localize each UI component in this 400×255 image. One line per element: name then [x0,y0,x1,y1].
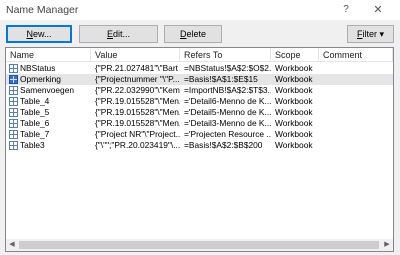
row-comment [319,118,393,129]
column-header-scope[interactable]: Scope [271,48,319,62]
edit-button-label: dit... [113,29,131,39]
row-scope: Workbook [275,96,313,106]
table-row[interactable]: Opmerking {"Projectnummer "\"P... =Basis!$… [6,74,393,85]
row-scope: Workbook [275,118,313,128]
row-name: Table_5 [20,107,50,117]
row-scope: Workbook [275,74,313,84]
row-refers-to: ='Detail6-Menno de K... [184,96,271,106]
name-manager-dialog: Name Manager ? ✕ New... Edit... Delete F… [0,0,400,255]
edit-button[interactable]: Edit... [79,25,158,43]
row-value: {"PR.21.027481"\"Bart ... [95,63,180,73]
row-comment [319,107,393,118]
table-row[interactable]: Table_6 {"PR.19.015528"\"Men... ='Detail3-… [6,118,393,129]
row-name: Table3 [20,140,45,150]
row-refers-to: ='Detail3-Menno de K... [184,118,271,128]
row-value: {"Project NR"\"Project... [95,129,180,139]
column-header-refers-to[interactable]: Refers To [180,48,271,62]
row-refers-to: ='Detail5-Menno de K... [184,107,271,117]
names-list[interactable]: Name Value Refers To Scope Comment NBSta… [5,47,394,252]
row-value: {"\"";"PR.20.023419"\... [95,140,180,150]
column-header-name[interactable]: Name [6,48,91,62]
column-header-value[interactable]: Value [91,48,180,62]
row-refers-to: =Basis!$A$2:$B$200 [184,140,263,150]
table-row[interactable]: NBStatus {"PR.21.027481"\"Bart ... =NBStat… [6,63,393,74]
row-refers-to: =Basis!$A$1:$E$15 [184,74,258,84]
row-scope: Workbook [275,63,313,73]
horizontal-scrollbar[interactable]: ◀ ▶ [6,239,393,251]
title-bar: Name Manager ? ✕ [0,0,400,20]
column-header-comment[interactable]: Comment [319,48,393,62]
delete-button-label: elete [186,29,207,39]
row-value: {"PR.19.015528"\"Men... [95,96,180,106]
new-button[interactable]: New... [6,25,72,43]
row-scope: Workbook [275,129,313,139]
row-name: NBStatus [20,63,56,73]
row-comment [319,96,393,107]
close-button[interactable]: ✕ [370,3,386,17]
row-comment [319,74,393,85]
row-refers-to: =NBStatus!$A$2:$O$2... [184,63,271,73]
name-rows: NBStatus {"PR.21.027481"\"Bart ... =NBStat… [6,63,393,151]
row-scope: Workbook [275,85,313,95]
chevron-down-icon: ▾ [379,29,385,39]
filter-button[interactable]: Filter ▾ [347,25,394,43]
row-value: {"Projectnummer "\"P... [95,74,180,84]
row-comment [319,140,393,151]
table-row[interactable]: Table_7 {"Project NR"\"Project... ='Projec… [6,129,393,140]
new-button-label: ew... [32,29,52,39]
column-header-row: Name Value Refers To Scope Comment [6,48,393,62]
row-name: Table_6 [20,118,50,128]
row-name: Opmerking [20,74,61,84]
scroll-right-icon[interactable]: ▶ [381,239,393,251]
row-comment [319,85,393,96]
window-title: Name Manager [6,4,79,16]
row-refers-to: =ImportNB!$A$2:$T$3... [184,85,271,95]
row-comment [319,129,393,140]
table-row[interactable]: Table_4 {"PR.19.015528"\"Men... ='Detail6-… [6,96,393,107]
row-refers-to: ='Projecten Resource ... [184,129,271,139]
row-name: Samenvoegen [20,85,75,95]
help-button[interactable]: ? [338,3,354,17]
row-value: {"PR.19.015528"\"Men... [95,107,180,117]
row-comment [319,63,393,74]
table-row[interactable]: Samenvoegen {"PR.22.032990"\"Kem... =Impor… [6,85,393,96]
filter-button-label: ilter [362,29,377,39]
table-row[interactable]: Table_5 {"PR.19.015528"\"Men... ='Detail5-… [6,107,393,118]
row-value: {"PR.19.015528"\"Men... [95,118,180,128]
row-value: {"PR.22.032990"\"Kem... [95,85,180,95]
row-name: Table_7 [20,129,50,139]
row-scope: Workbook [275,107,313,117]
table-row[interactable]: Table3 {"\"";"PR.20.023419"\... =Basis!$A$… [6,140,393,151]
row-name: Table_4 [20,96,50,106]
row-scope: Workbook [275,140,313,150]
delete-button[interactable]: Delete [164,25,222,43]
scroll-left-icon[interactable]: ◀ [6,239,18,251]
scrollbar-thumb[interactable] [19,241,379,249]
